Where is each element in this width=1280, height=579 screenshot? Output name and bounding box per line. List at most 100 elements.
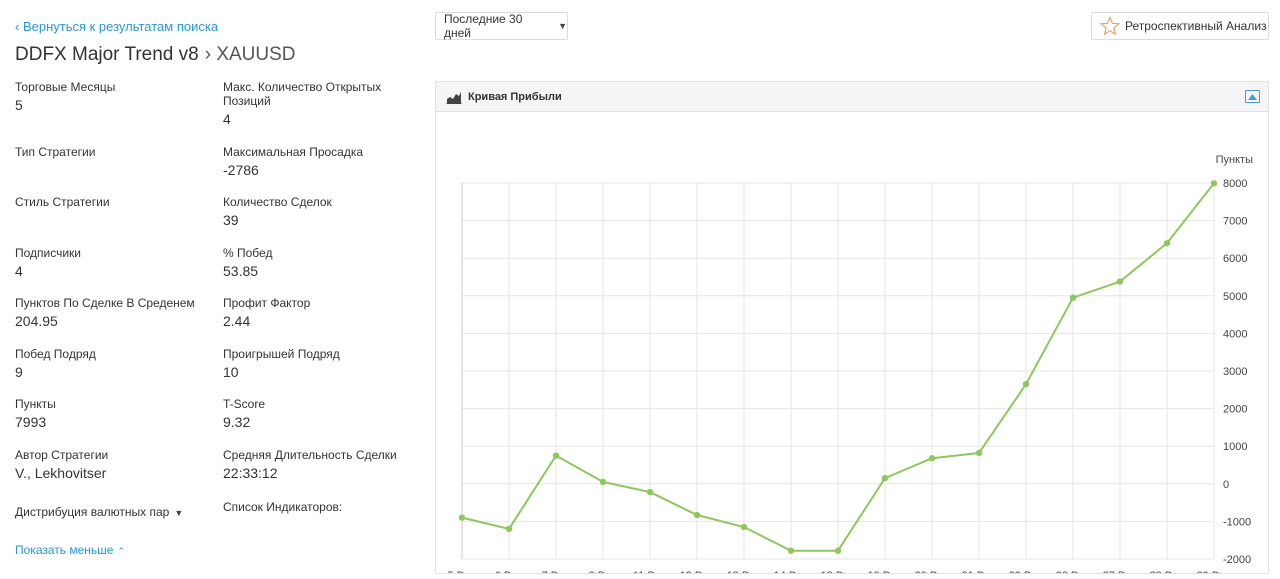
page-title: DDFX Major Trend v8 › XAUUSD [15, 44, 296, 66]
y-tick-label: 7000 [1223, 216, 1247, 228]
data-point[interactable] [1022, 380, 1030, 388]
data-point[interactable] [1116, 278, 1124, 285]
y-tick-label: 1000 [1223, 441, 1247, 453]
stat-t-score: T-Score 9.32 [223, 397, 423, 431]
data-point[interactable] [787, 547, 795, 554]
x-tick-label: 14 Dec [774, 570, 809, 573]
profit-curve-panel: Кривая Прибыли 8000 7000 6000 5000 4000 3000 2… [435, 81, 1269, 579]
currency-distribution-toggle[interactable]: Дистрибуция валютных пар ▼ [15, 505, 215, 519]
stat-label: Побед Подряд [15, 347, 96, 361]
data-point[interactable] [1163, 239, 1171, 247]
indicator-list: Список Индикаторов: [223, 500, 423, 514]
x-tick-label: 5 Dec [448, 570, 477, 573]
stat-strategy-type: Тип Стратегии [15, 145, 215, 162]
stat-consecutive-losses: Проигрышей Подряд 10 [223, 347, 423, 381]
stat-value: 4 [15, 263, 23, 279]
data-point[interactable] [834, 547, 842, 554]
y-tick-label: 0 [1223, 479, 1229, 491]
stat-label: Пунктов По Сделке В Среденем [15, 296, 195, 310]
stat-label: Макс. Количество Открытых Позиций [223, 80, 382, 108]
stat-label: Профит Фактор [223, 296, 311, 310]
indicator-list-label: Список Индикаторов: [223, 500, 343, 514]
stat-label: Торговые Месяцы [15, 80, 116, 94]
strategy-name: DDFX Major Trend v8 [15, 44, 199, 65]
x-tick-label: 21 Dec [962, 570, 997, 573]
stat-label: Проигрышей Подряд [223, 347, 340, 361]
star-outline-icon [1100, 16, 1120, 36]
collapse-panel-button[interactable] [1245, 90, 1260, 103]
stat-label: Количество Сделок [223, 195, 332, 209]
stat-value: 7993 [15, 414, 47, 430]
y-tick-label: 2000 [1223, 404, 1247, 416]
y-tick-label: -1000 [1223, 516, 1251, 528]
x-tick-label: 7 Dec [542, 570, 571, 573]
x-tick-label: 22 Dec [1009, 570, 1044, 573]
data-point[interactable] [928, 455, 936, 462]
stat-value: 9.32 [223, 414, 251, 430]
x-tick-label: 28 Dec [1150, 570, 1185, 573]
y-tick-label: -2000 [1223, 554, 1251, 566]
backtest-button[interactable]: Ретроспективный Анализ [1091, 12, 1269, 40]
currency-distribution-label: Дистрибуция валютных пар [15, 505, 170, 519]
data-point[interactable] [1069, 294, 1077, 301]
area-chart-icon [446, 91, 462, 104]
data-point[interactable] [458, 514, 466, 521]
profit-curve-title: Кривая Прибыли [468, 90, 562, 103]
stat-value: 39 [223, 212, 239, 228]
stat-profit-factor: Профит Фактор 2.44 [223, 296, 423, 330]
stat-max-open-positions: Макс. Количество Открытых Позиций 4 [223, 80, 423, 128]
stat-strategy-author: Автор Стратегии V., Lekhovitser [15, 448, 215, 482]
period-select[interactable]: Последние 30 дней ▼ [435, 12, 568, 40]
y-tick-label: 3000 [1223, 366, 1247, 378]
x-tick-label: 19 Dec [868, 570, 903, 573]
data-point[interactable] [552, 452, 560, 459]
stat-label: Пункты [15, 397, 56, 411]
stat-label: T-Score [223, 397, 266, 411]
stat-trade-count: Количество Сделок 39 [223, 195, 423, 229]
data-point[interactable] [599, 478, 607, 486]
stat-label: Автор Стратегии [15, 448, 109, 462]
stat-label: Стиль Стратегии [15, 195, 110, 209]
profit-curve-header: Кривая Прибыли [436, 82, 1268, 112]
backtest-button-label: Ретроспективный Анализ [1125, 19, 1267, 33]
stat-pips: Пункты 7993 [15, 397, 215, 431]
triangle-up-icon [1248, 93, 1257, 100]
stat-value: 9 [15, 364, 23, 380]
data-point[interactable] [881, 474, 889, 482]
stat-win-percent: % Побед 53.85 [223, 246, 423, 280]
x-tick-label: 18 Dec [821, 570, 856, 573]
data-point[interactable] [975, 449, 983, 457]
data-point[interactable] [1210, 180, 1218, 187]
data-point[interactable] [693, 511, 701, 519]
stat-label: % Побед [223, 246, 273, 260]
chevron-up-icon: ⌃ [117, 546, 125, 556]
x-tick-label: 13 Dec [727, 570, 762, 573]
data-point[interactable] [646, 488, 654, 496]
stat-label: Тип Стратегии [15, 145, 96, 159]
stat-avg-pips-per-trade: Пунктов По Сделке В Среденем 204.95 [15, 296, 215, 330]
stat-value: 5 [15, 97, 23, 113]
stat-max-drawdown: Максимальная Просадка -2786 [223, 145, 423, 179]
profit-curve-chart: 8000 7000 6000 5000 4000 3000 2000 1000 0 -1000 -2… [448, 154, 1253, 579]
x-tick-label: 27 Dec [1103, 570, 1138, 573]
stat-value: 53.85 [223, 263, 259, 279]
show-less-label: Показать меньше [15, 543, 114, 557]
stat-label: Подписчики [15, 246, 82, 260]
stat-value: V., Lekhovitser [15, 465, 107, 481]
show-less-link[interactable]: Показать меньше ⌃ [15, 543, 125, 557]
back-to-search-link[interactable]: ‹ Вернуться к результатам поиска [15, 19, 218, 34]
stat-subscribers: Подписчики 4 [15, 246, 215, 280]
stat-value: 4 [223, 111, 231, 127]
stat-value: 204.95 [15, 313, 58, 329]
stat-value: -2786 [223, 162, 259, 178]
data-point[interactable] [505, 525, 513, 533]
stat-label: Средняя Длительность Сделки [223, 448, 397, 462]
x-tick-label: 6 Dec [495, 570, 524, 573]
caret-down-icon: ▼ [558, 21, 567, 31]
period-select-label: Последние 30 дней [444, 12, 523, 40]
x-tick-label: 12 Dec [680, 570, 715, 573]
data-point[interactable] [740, 523, 748, 531]
y-axis-label: Пункты [1216, 154, 1253, 166]
symbol-name: › XAUUSD [204, 44, 296, 65]
stat-avg-trade-duration: Средняя Длительность Сделки 22:33:12 [223, 448, 423, 482]
